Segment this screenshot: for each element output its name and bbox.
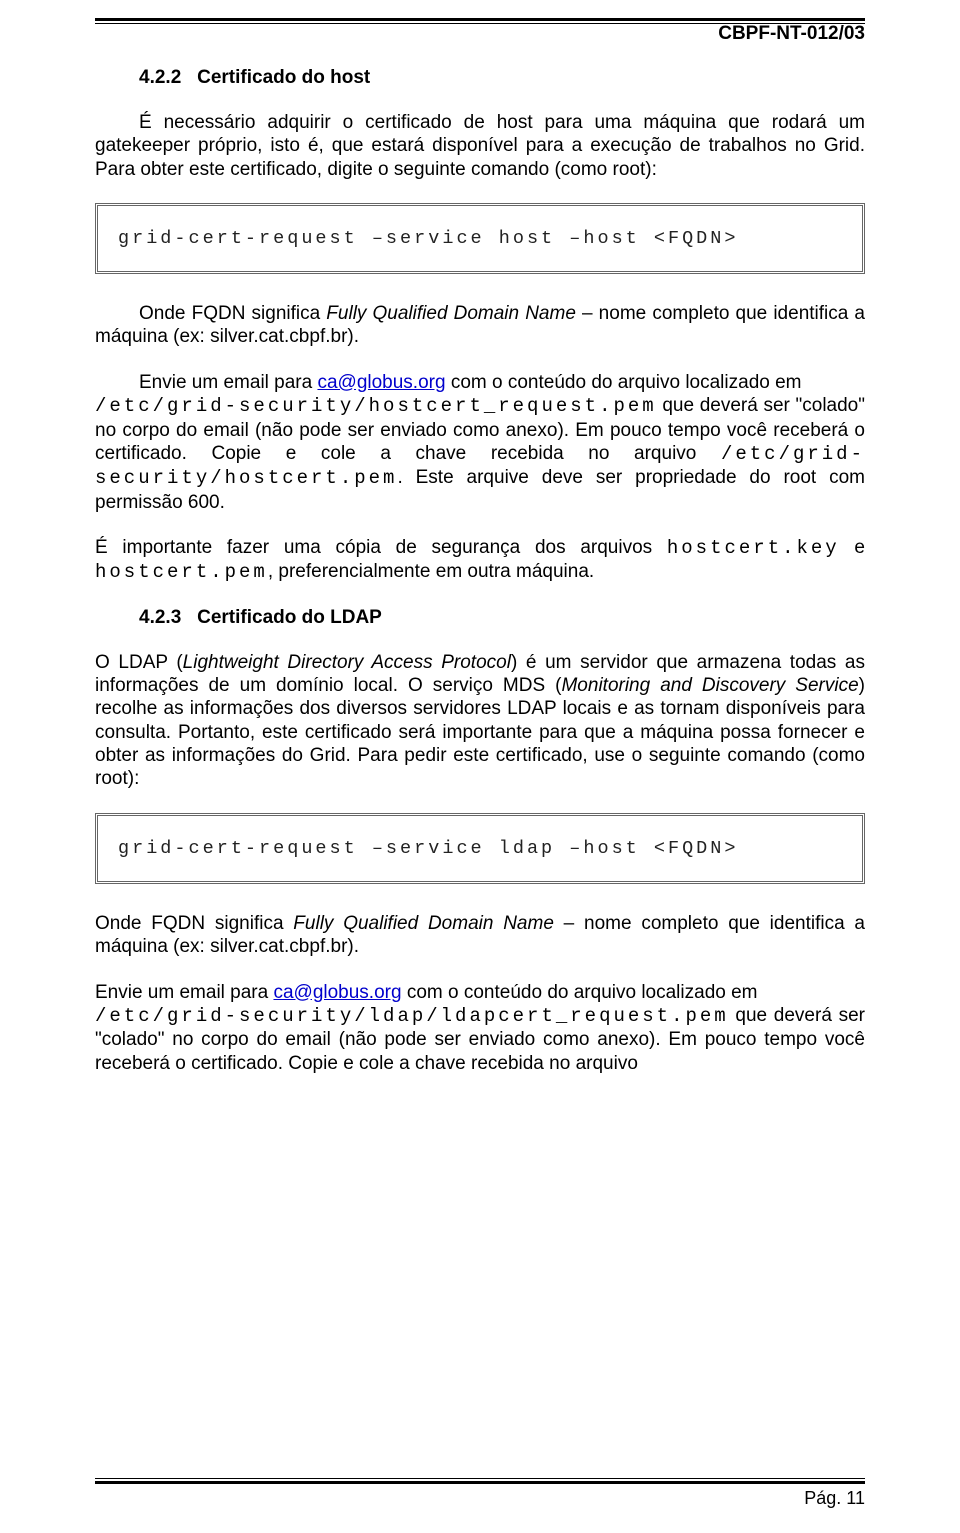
email-link[interactable]: ca@globus.org bbox=[317, 372, 445, 393]
section-number: 4.2.2 bbox=[139, 67, 181, 88]
text-run: Onde FQDN significa bbox=[139, 303, 326, 324]
command-box: grid-cert-request –service host –host <F… bbox=[95, 203, 865, 274]
page: CBPF-NT-012/03 4.2.2 Certificado do host… bbox=[0, 0, 960, 1533]
command-box: grid-cert-request –service ldap –host <F… bbox=[95, 813, 865, 884]
section-heading-host: 4.2.2 Certificado do host bbox=[95, 67, 865, 89]
italic-term: Monitoring and Discovery Service bbox=[561, 675, 858, 696]
text-run: O LDAP ( bbox=[95, 652, 183, 673]
inline-code: hostcert.pem bbox=[95, 561, 268, 583]
paragraph: É necessário adquirir o certificado de h… bbox=[95, 111, 865, 181]
italic-term: Fully Qualified Domain Name bbox=[293, 913, 554, 934]
text-run: e bbox=[840, 537, 865, 558]
header-code: CBPF-NT-012/03 bbox=[95, 23, 865, 45]
text-run: com o conteúdo do arquivo localizado em bbox=[402, 982, 758, 1003]
paragraph: O LDAP (Lightweight Directory Access Pro… bbox=[95, 651, 865, 791]
section-title: Certificado do host bbox=[197, 67, 370, 88]
header-rule-top bbox=[95, 18, 865, 21]
section-number: 4.2.3 bbox=[139, 607, 181, 628]
paragraph: É importante fazer uma cópia de seguranç… bbox=[95, 536, 865, 585]
command-text: grid-cert-request –service ldap –host <F… bbox=[118, 838, 738, 859]
email-link[interactable]: ca@globus.org bbox=[273, 982, 401, 1003]
footer-rule-thick bbox=[95, 1481, 865, 1484]
footer: Pág. 11 bbox=[95, 1478, 865, 1509]
command-text: grid-cert-request –service host –host <F… bbox=[118, 228, 738, 249]
text-run: , preferencialmente em outra máquina. bbox=[268, 561, 594, 582]
italic-term: Fully Qualified Domain Name bbox=[326, 303, 576, 324]
section-heading-ldap: 4.2.3 Certificado do LDAP bbox=[95, 607, 865, 629]
text-run: Onde FQDN significa bbox=[95, 913, 293, 934]
italic-term: Lightweight Directory Access Protocol bbox=[183, 652, 511, 673]
text-run: É importante fazer uma cópia de seguranç… bbox=[95, 537, 667, 558]
section-title: Certificado do LDAP bbox=[197, 607, 382, 628]
inline-code: /etc/grid-security/hostcert_request.pem bbox=[95, 395, 657, 417]
paragraph: Envie um email para ca@globus.org com o … bbox=[95, 981, 865, 1075]
inline-code: /etc/grid-security/ldap/ldapcert_request… bbox=[95, 1005, 729, 1027]
inline-code: hostcert.key bbox=[667, 537, 840, 559]
text-run: com o conteúdo do arquivo localizado em bbox=[446, 372, 802, 393]
paragraph: Envie um email para ca@globus.org com o … bbox=[95, 371, 865, 514]
footer-rule-thin bbox=[95, 1478, 865, 1484]
text-run: Envie um email para bbox=[139, 372, 317, 393]
paragraph: Onde FQDN significa Fully Qualified Doma… bbox=[95, 302, 865, 349]
text-run: Envie um email para bbox=[95, 982, 273, 1003]
page-number: Pág. 11 bbox=[95, 1488, 865, 1509]
paragraph: Onde FQDN significa Fully Qualified Doma… bbox=[95, 912, 865, 959]
